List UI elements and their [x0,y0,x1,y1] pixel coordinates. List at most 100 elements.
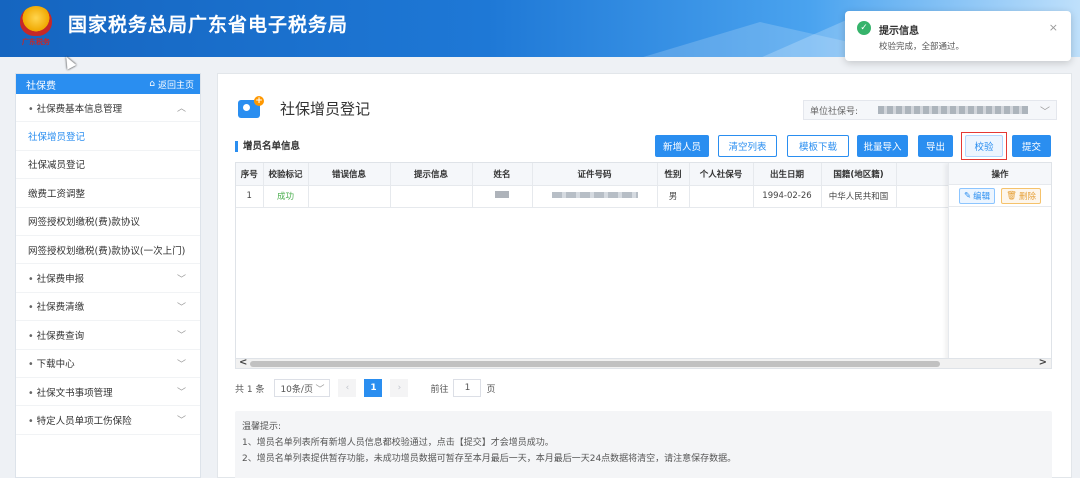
sidebar-item-label: 社保费申报 [28,271,85,285]
page-number-current[interactable]: 1 [364,379,383,397]
add-person-button[interactable]: 新增人员 [655,135,709,157]
template-download-button[interactable]: 模板下载 [787,135,849,157]
sidebar-header: 社保费 ⌂ 返回主页 [16,74,200,94]
chevron-down-icon: ﹀ [176,274,186,285]
goto-suffix: 页 [486,384,496,395]
sidebar-item[interactable]: 社保增员登记 [16,122,200,151]
batch-import-button[interactable]: 批量导入 [857,135,908,157]
member-table: 序号 校验标记 错误信息 提示信息 姓名 证件号码 性别 个人社保号 出生日期 … [235,162,1052,369]
pagination: 共 1 条 10条/页 ﹀ ‹ 1 › 前往 1 页 [235,379,495,397]
chevron-down-icon: ﹀ [176,359,186,370]
cell-birth: 1994-02-26 [753,185,822,208]
scroll-left-icon[interactable]: < [239,357,247,368]
export-button[interactable]: 导出 [918,135,953,157]
sidebar-item-label: 网签授权划缴税(费)款协议(一次上门) [28,245,186,257]
toast-title: 提示信息 [879,26,919,37]
sidebar-item-label: 社保增员登记 [28,132,86,144]
notification-toast: ✓ 提示信息 校验完成，全部通过。 × [845,11,1071,61]
sidebar: 社保费 ⌂ 返回主页 社保费基本信息管理 ︿ 社保增员登记社保减员登记缴费工资调整网… [15,73,201,478]
col-header: 性别 [657,163,690,186]
sidebar-item-label: 社保减员登记 [28,160,86,172]
app-title: 国家税务总局广东省电子税务局 [68,14,349,36]
sidebar-item-label: 下载中心 [28,356,75,370]
sidebar-item[interactable]: 下载中心 ﹀ [16,350,200,378]
check-circle-icon: ✓ [857,21,871,35]
sidebar-item[interactable]: 社保费基本信息管理 ︿ [16,94,200,123]
page-title: 社保增员登记 [280,100,371,118]
sidebar-item-label: 特定人员单项工伤保险 [28,413,132,427]
scroll-thumb[interactable] [250,361,940,367]
verify-button[interactable]: 校验 [965,135,1003,157]
cell-id-redacted [532,185,658,208]
col-header: 序号 [236,163,264,186]
home-link[interactable]: ⌂ 返回主页 [149,78,194,91]
col-header: 证件号码 [532,163,658,186]
chevron-down-icon: ﹀ [176,416,186,427]
table-header-row: 序号 校验标记 错误信息 提示信息 姓名 证件号码 性别 个人社保号 出生日期 … [236,163,1051,186]
chevron-down-icon: ﹀ [176,388,186,399]
tips-line-2: 2、增员名单列表提供暂存功能，未成功增员数据可暂存至本月最后一天，本月最后一天2… [242,454,737,464]
sidebar-item-label: 网签授权划缴税(费)款协议 [28,217,140,229]
horizontal-scrollbar[interactable]: < > [235,357,1052,369]
prev-page-button[interactable]: ‹ [338,379,357,397]
cell-nationality: 中华人民共和国 [821,185,897,208]
col-header: 提示信息 [390,163,473,186]
sidebar-title: 社保费 [26,80,56,92]
chevron-up-icon: ︿ [176,104,186,115]
toast-message: 校验完成，全部通过。 [879,42,965,52]
sidebar-item[interactable]: 网签授权划缴税(费)款协议 [16,208,200,236]
sidebar-item-label: 社保费基本信息管理 [28,101,123,115]
next-page-button[interactable]: › [390,379,409,397]
add-person-icon: + [238,96,264,120]
goto-page-input[interactable]: 1 [453,379,482,397]
chevron-down-icon: ﹀ [1040,106,1050,118]
sidebar-item[interactable]: 网签授权划缴税(费)款协议(一次上门) [16,236,200,265]
sidebar-item[interactable]: 特定人员单项工伤保险 ﹀ [16,406,200,435]
cell-name-redacted [472,185,533,208]
table-row[interactable]: 1 成功 男 1994-02-26 中华人民共和国 [236,185,1051,208]
sidebar-item-label: 缴费工资调整 [28,188,86,200]
chevron-down-icon: ﹀ [315,384,325,395]
total-count: 共 1 条 [235,384,265,395]
trash-icon: 🗑 [1006,190,1017,201]
col-header: 个人社保号 [689,163,754,186]
tips-line-1: 1、增员名单列表所有新增人员信息都校验通过，点击【提交】才会增员成功。 [242,438,554,448]
tax-emblem-logo: 广东税务 [14,4,58,48]
sidebar-item[interactable]: 社保费申报 ﹀ [16,264,200,293]
edit-button[interactable]: ✎ 编辑 [959,187,996,204]
sidebar-item-label: 社保费清缴 [28,299,85,313]
cell-seq: 1 [236,185,264,208]
scroll-right-icon[interactable]: > [1039,357,1047,368]
submit-button[interactable]: 提交 [1012,135,1051,157]
operation-column: 操作 ✎ 编辑 🗑 删除 [948,163,1051,368]
sidebar-item[interactable]: 社保文书事项管理 ﹀ [16,378,200,407]
col-header-operation: 操作 [949,163,1051,185]
cell-gender: 男 [657,185,690,208]
toolbar: 新增人员 清空列表 模板下载 批量导入 导出 校验 提交 [218,132,1073,160]
unit-ssn-select[interactable]: 单位社保号: ﹀ [803,100,1057,120]
sidebar-item-label: 社保文书事项管理 [28,385,113,399]
clear-list-button[interactable]: 清空列表 [718,135,777,157]
sidebar-item[interactable]: 社保费清缴 ﹀ [16,293,200,322]
cell-ssn [689,185,754,208]
sidebar-item[interactable]: 社保费查询 ﹀ [16,321,200,350]
close-icon[interactable]: × [1049,21,1058,34]
goto-label: 前往 [430,384,449,395]
chevron-down-icon: ﹀ [176,302,186,313]
cell-error [308,185,391,208]
delete-button[interactable]: 🗑 删除 [1001,187,1041,204]
unit-ssn-value-redacted [878,106,1029,114]
sidebar-item[interactable]: 社保减员登记 [16,151,200,180]
col-header: 出生日期 [753,163,822,186]
page-size-select[interactable]: 10条/页 ﹀ [274,379,331,397]
tips-box: 温馨提示: 1、增员名单列表所有新增人员信息都校验通过，点击【提交】才会增员成功… [235,411,1052,478]
main-panel: + 社保增员登记 单位社保号: ﹀ 增员名单信息 新增人员 清空列表 模板下载 … [217,73,1072,478]
cell-hint [390,185,473,208]
cell-check-status: 成功 [263,185,309,208]
tips-title: 温馨提示: [242,422,282,432]
edit-icon: ✎ [964,190,972,201]
sidebar-item-label: 社保费查询 [28,328,85,342]
col-header: 姓名 [472,163,533,186]
sidebar-item[interactable]: 缴费工资调整 [16,179,200,208]
col-header: 校验标记 [263,163,309,186]
